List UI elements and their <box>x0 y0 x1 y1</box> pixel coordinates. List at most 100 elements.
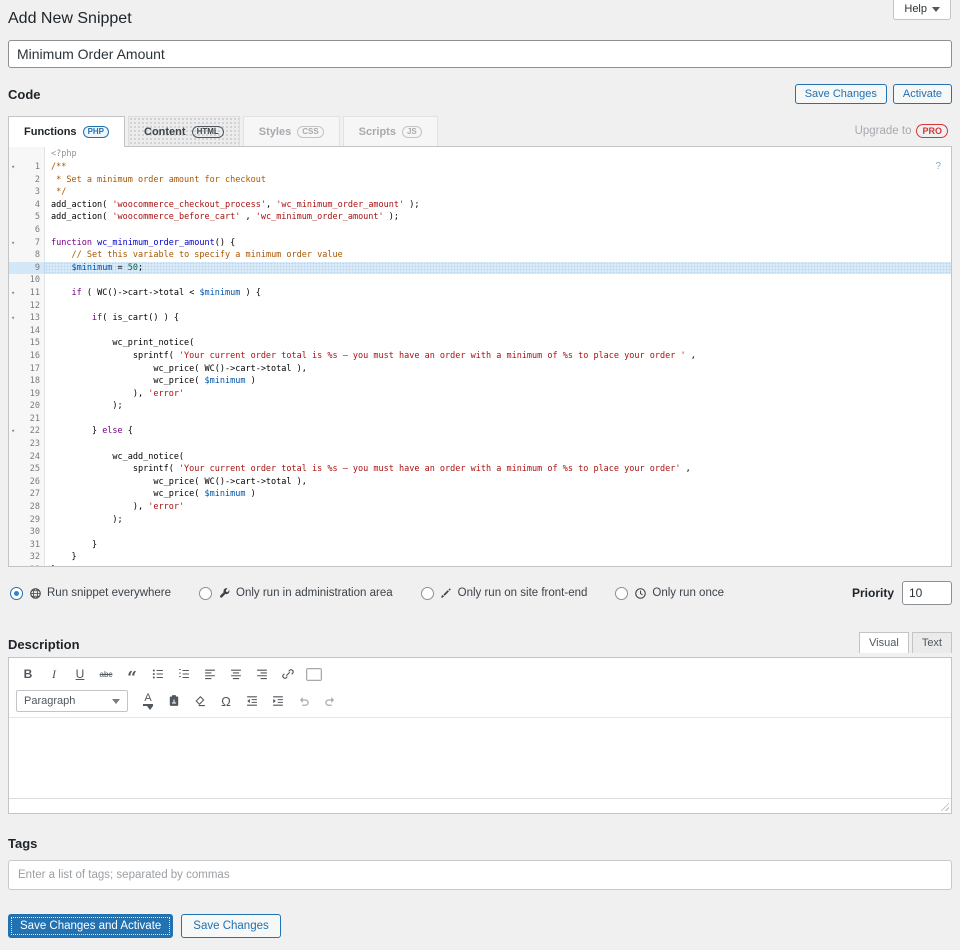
code-line[interactable]: 17 wc_price( WC()->cart->total ), <box>9 362 951 376</box>
fold-arrow-icon[interactable]: ▾ <box>11 161 15 174</box>
code-line[interactable]: 10 <box>9 274 951 287</box>
tab-styles[interactable]: Styles CSS <box>242 116 340 146</box>
code-line[interactable]: 19 ), 'error' <box>9 387 951 401</box>
line-number: 20 <box>9 400 45 413</box>
code-line[interactable]: ▾ 11 if ( WC()->cart->total < $minimum ) … <box>9 286 951 300</box>
code-line[interactable]: 24 wc_add_notice( <box>9 450 951 464</box>
upgrade-to-pro-link[interactable]: Upgrade to PRO <box>855 124 952 138</box>
toolbar-toggle-button[interactable] <box>302 663 326 685</box>
code-line[interactable]: ▾ 13 if( is_cart() ) { <box>9 312 951 325</box>
code-line[interactable]: 14 <box>9 324 951 338</box>
code-line[interactable]: 2 * Set a minimum order amount for check… <box>9 173 951 187</box>
scope-option[interactable]: Only run in administration area <box>199 586 393 600</box>
code-line[interactable]: 16 sprintf( 'Your current order total is… <box>9 349 951 363</box>
code-line[interactable]: 28 ), 'error' <box>9 501 951 514</box>
numbered-list-icon[interactable] <box>172 663 196 685</box>
help-button[interactable]: Help <box>893 0 951 20</box>
redo-icon[interactable] <box>318 690 342 712</box>
code-line[interactable]: ▾ 1 /** <box>9 161 951 174</box>
fold-arrow-icon[interactable]: ▾ <box>11 312 15 325</box>
tags-input[interactable] <box>8 860 952 890</box>
activate-button[interactable]: Activate <box>892 84 952 104</box>
align-right-icon[interactable] <box>250 663 274 685</box>
tab-functions[interactable]: Functions PHP <box>8 116 126 147</box>
code-line[interactable]: ▾ 22 } else { <box>9 425 951 439</box>
editor-help-icon[interactable]: ? <box>935 161 941 172</box>
undo-icon[interactable] <box>292 690 316 712</box>
italic-button[interactable]: I <box>42 663 66 685</box>
tab-content[interactable]: Content HTML <box>128 116 240 146</box>
toolbar-row-2: Paragraph A Ω <box>16 690 944 717</box>
link-icon[interactable] <box>276 663 300 685</box>
tab-text[interactable]: Text <box>911 632 952 653</box>
line-number: ▾ 11 <box>9 286 45 300</box>
code-line[interactable]: 20 ); <box>9 400 951 413</box>
code-text: sprintf( 'Your current order total is %s… <box>51 464 691 475</box>
bold-button[interactable]: B <box>16 663 40 685</box>
scope-option[interactable]: Run snippet everywhere <box>10 586 171 600</box>
code-line[interactable]: 32 } <box>9 551 951 564</box>
code-line[interactable]: 23 <box>9 438 951 451</box>
code-line[interactable]: 4 add_action( 'woocommerce_checkout_proce… <box>9 198 951 212</box>
code-line[interactable]: 31 } <box>9 538 951 552</box>
page: Add New Snippet Help Code Save Changes A… <box>0 0 960 950</box>
code-line[interactable]: 18 wc_price( $minimum ) <box>9 375 951 388</box>
code-line[interactable]: ▾ 7 function wc_minimum_order_amount() { <box>9 236 951 250</box>
code-line[interactable]: 8 // Set this variable to specify a mini… <box>9 249 951 262</box>
code-line[interactable]: 25 sprintf( 'Your current order total is… <box>9 463 951 476</box>
blockquote-button[interactable]: “ <box>120 663 144 687</box>
code-line[interactable]: 15 wc_print_notice( <box>9 337 951 350</box>
code-line[interactable]: 3 */ <box>9 186 951 199</box>
snippet-title-input[interactable] <box>8 40 952 68</box>
align-center-icon[interactable] <box>224 663 248 685</box>
description-content-area[interactable] <box>9 718 951 798</box>
fold-arrow-icon[interactable]: ▾ <box>11 287 15 300</box>
strikethrough-button[interactable]: abc <box>94 663 118 685</box>
special-character-button[interactable]: Ω <box>214 690 238 712</box>
tab-visual[interactable]: Visual <box>859 632 909 653</box>
resize-grip[interactable] <box>938 800 949 811</box>
fold-arrow-icon[interactable]: ▾ <box>11 237 15 250</box>
bulleted-list-icon[interactable] <box>146 663 170 685</box>
code-line[interactable]: 5 add_action( 'woocommerce_before_cart' ,… <box>9 211 951 224</box>
underline-button[interactable]: U <box>68 663 92 685</box>
paste-as-text-icon[interactable] <box>162 690 186 712</box>
code-line[interactable]: 21 <box>9 412 951 426</box>
code-line[interactable]: 29 ); <box>9 513 951 527</box>
code-lines[interactable]: ▾ 1/** 2 * Set a minimum order amount for … <box>9 161 951 566</box>
paragraph-select[interactable]: Paragraph <box>16 690 128 712</box>
priority-input[interactable] <box>902 581 952 605</box>
save-changes-button[interactable]: Save Changes <box>794 84 887 104</box>
code-line[interactable]: 33} <box>9 564 951 566</box>
scope-option[interactable]: Only run on site front-end <box>420 586 587 600</box>
outdent-icon[interactable] <box>240 690 264 712</box>
code-line[interactable]: 30 <box>9 526 951 539</box>
save-changes-footer-button[interactable]: Save Changes <box>181 914 281 938</box>
code-line[interactable]: 26 wc_price( WC()->cart->total ), <box>9 475 951 489</box>
radio-button[interactable] <box>420 586 434 600</box>
text-color-button[interactable]: A <box>136 690 160 712</box>
code-line[interactable]: 6 <box>9 223 951 237</box>
indent-icon[interactable] <box>266 690 290 712</box>
code-line[interactable]: 12 <box>9 299 951 313</box>
help-label: Help <box>904 3 927 15</box>
fold-arrow-icon[interactable]: ▾ <box>11 425 15 438</box>
clear-formatting-icon[interactable] <box>188 690 212 712</box>
save-changes-and-activate-button[interactable]: Save Changes and Activate <box>8 914 174 938</box>
chevron-down-icon <box>932 6 940 12</box>
code-text: add_action( 'woocommerce_before_cart' , … <box>51 212 400 223</box>
scope-option[interactable]: Only run once <box>615 586 724 600</box>
tab-scripts[interactable]: Scripts JS <box>342 116 438 146</box>
tab-functions-label: Functions <box>24 126 77 138</box>
code-line[interactable]: 9 $minimum = 50; <box>9 261 951 275</box>
radio-button[interactable] <box>199 586 213 600</box>
php-open-tag: <?php <box>51 149 77 159</box>
code-editor[interactable]: ? <?php ▾ 1/** 2 * Set a minimum order amo… <box>8 146 952 567</box>
line-number: 30 <box>9 526 45 539</box>
radio-button[interactable] <box>10 586 23 600</box>
align-left-icon[interactable] <box>198 663 222 685</box>
code-line[interactable]: 27 wc_price( $minimum ) <box>9 488 951 502</box>
radio-button[interactable] <box>615 586 629 600</box>
